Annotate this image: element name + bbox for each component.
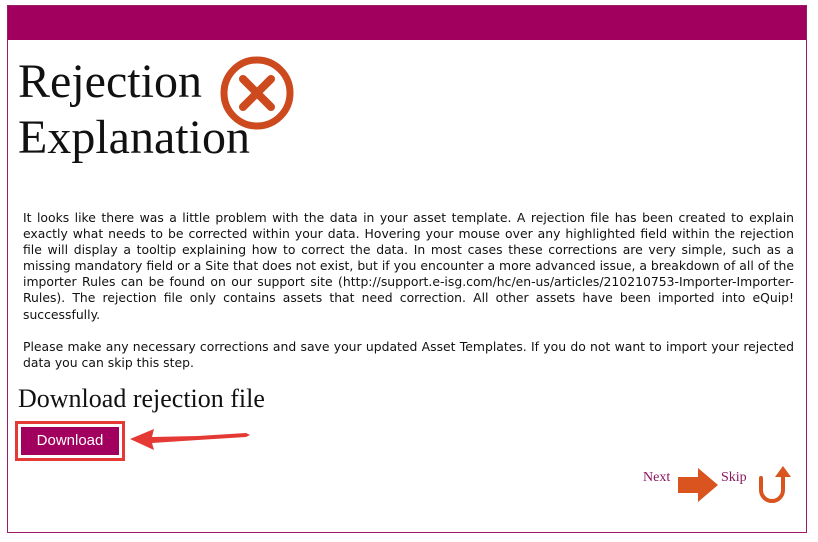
- right-arrow-icon[interactable]: [678, 468, 718, 502]
- download-button-highlight: Download: [15, 421, 125, 461]
- reject-x-circle-icon: [220, 56, 294, 130]
- wizard-navigation: Next Skip: [640, 464, 800, 506]
- content-frame: Rejection Explanation It looks like ther…: [7, 5, 807, 533]
- download-section-heading: Download rejection file: [18, 384, 265, 413]
- title-block: Rejection Explanation: [18, 54, 418, 166]
- download-button[interactable]: Download: [21, 427, 119, 455]
- explanation-paragraph-2: Please make any necessary corrections an…: [23, 338, 794, 370]
- explanation-text: It looks like there was a little problem…: [23, 210, 794, 387]
- header-bar: [8, 6, 806, 40]
- next-link[interactable]: Next: [643, 470, 670, 486]
- skip-link[interactable]: Skip: [721, 470, 747, 486]
- u-turn-arrow-icon[interactable]: [753, 464, 793, 504]
- explanation-paragraph-1: It looks like there was a little problem…: [23, 210, 794, 322]
- red-pointer-arrow: [130, 429, 250, 450]
